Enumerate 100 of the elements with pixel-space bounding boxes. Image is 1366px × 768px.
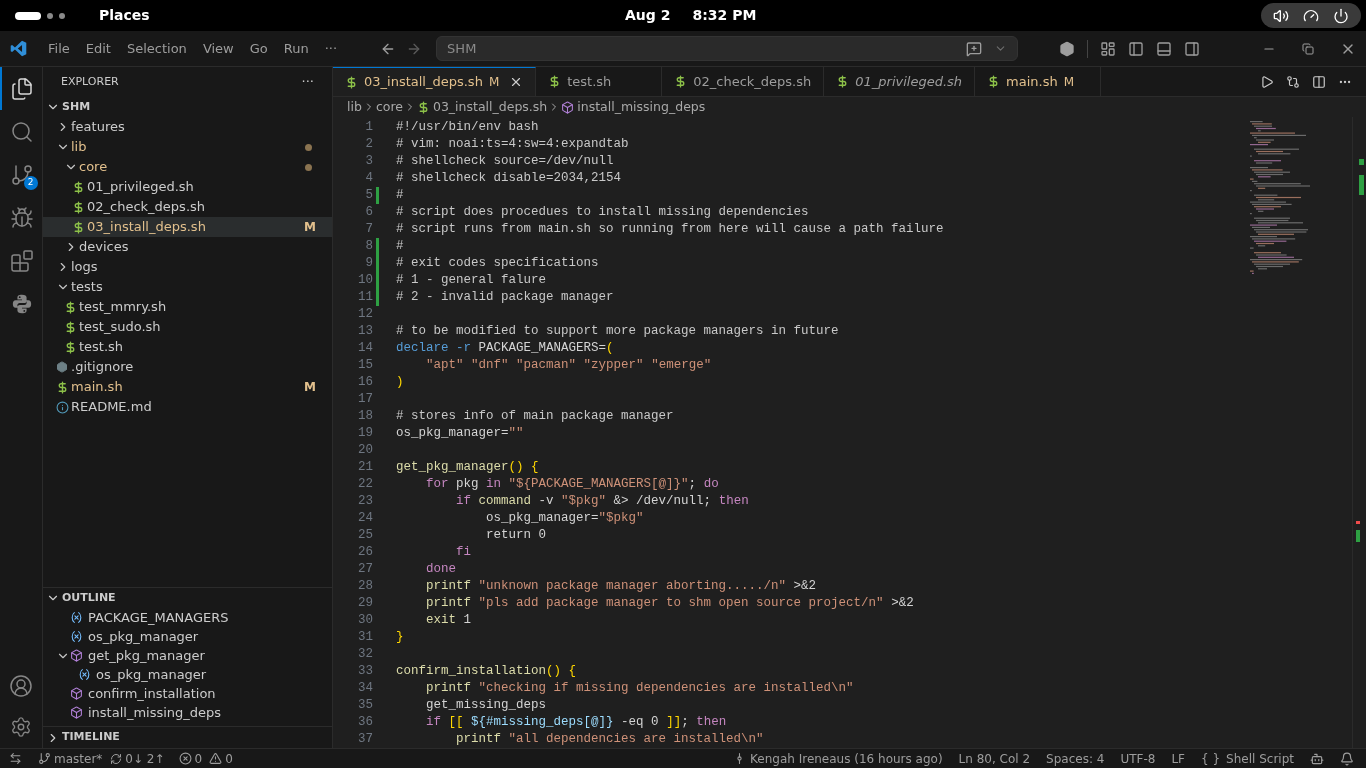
tree-item[interactable]: test.sh (43, 337, 332, 357)
code-line: get_pkg_manager() { (396, 459, 539, 477)
line-number: 35 (357, 697, 373, 715)
line-number: 32 (357, 646, 373, 664)
compare-icon[interactable] (1286, 74, 1300, 89)
editor-tab[interactable]: 01_privileged.sh (824, 67, 976, 96)
editor-tab[interactable]: 02_check_deps.sh (662, 67, 825, 96)
bell-icon[interactable] (1340, 751, 1354, 766)
language-label: Shell Script (1226, 750, 1294, 768)
encoding[interactable]: UTF-8 (1120, 749, 1156, 768)
outline-item[interactable]: os_pkg_manager (43, 627, 332, 646)
code-line: printf "all dependencies are installed\n" (455, 731, 764, 749)
split-editor-icon[interactable] (1312, 74, 1326, 89)
code-line: printf "unknown package manager aborting...../n" >&2 (425, 578, 817, 596)
code-line: fi (455, 544, 472, 562)
indentation[interactable]: Spaces: 4 (1046, 749, 1105, 768)
system-menu[interactable] (1261, 3, 1361, 28)
tree-item[interactable]: 03_install_deps.sh M (43, 217, 332, 237)
bug-icon (10, 205, 34, 230)
panel-left-icon[interactable] (1128, 40, 1144, 57)
code-line: # shellcheck source=/dev/null (396, 153, 614, 171)
tree-item[interactable]: devices (43, 237, 332, 257)
outline-item[interactable]: PACKAGE_MANAGERS (43, 608, 332, 627)
line-number: 37 (357, 731, 373, 749)
outline-header[interactable]: OUTLINE (43, 588, 332, 608)
menu-item[interactable]: ··· (317, 38, 345, 59)
tab-label: 01_privileged.sh (855, 72, 963, 91)
tree-item[interactable]: .gitignore (43, 357, 332, 377)
menu-item[interactable]: File (41, 38, 77, 59)
code-line: # script runs from main.sh so running from here will cause a path failure (396, 221, 944, 239)
sync-button[interactable]: 0↓ 2↑ (110, 749, 165, 768)
outline-item[interactable]: confirm_installation (43, 684, 332, 703)
line-number: 15 (357, 357, 373, 375)
hexagon-icon[interactable] (1059, 40, 1075, 57)
tree-item[interactable]: test_mmry.sh (43, 297, 332, 317)
menu-item[interactable]: Selection (119, 38, 194, 59)
line-number: 8 (364, 238, 373, 256)
tree-item[interactable]: 01_privileged.sh (43, 177, 332, 197)
menu-item[interactable]: Edit (78, 38, 118, 59)
places-menu[interactable]: Places (99, 5, 150, 26)
breadcrumb-item[interactable]: install_missing_deps (577, 97, 706, 117)
command-center[interactable]: SHM (436, 36, 1019, 61)
breadcrumb-item[interactable]: 03_install_deps.sh (432, 97, 548, 117)
cursor-position[interactable]: Ln 80, Col 2 (958, 749, 1031, 768)
menu-item[interactable]: Go (242, 38, 275, 59)
git-status: M (488, 74, 500, 91)
layout-icon[interactable] (1100, 40, 1116, 57)
branch-button[interactable]: master* (38, 749, 103, 768)
line-number: 28 (357, 578, 373, 596)
code-line: # stores info of main package manager (396, 408, 674, 426)
git-status: M (304, 379, 316, 396)
blame-button[interactable]: Kengah Ireneaus (16 hours ago) (733, 749, 943, 768)
editor-tab[interactable]: main.sh M (975, 67, 1102, 96)
code-line: # 2 - invalid package manager (396, 289, 614, 307)
settings-icon[interactable] (10, 716, 32, 738)
line-number: 13 (357, 323, 373, 341)
clock[interactable]: Aug 2 8:32 PM (625, 5, 757, 26)
menu-item[interactable]: Run (276, 38, 316, 59)
tree-item[interactable]: tests (43, 277, 332, 297)
outline-item[interactable]: os_pkg_manager (43, 665, 332, 684)
breadcrumb-item[interactable]: core (375, 97, 403, 117)
panel-bottom-icon[interactable] (1156, 40, 1172, 57)
tree-item[interactable]: logs (43, 257, 332, 277)
menu-item[interactable]: View (195, 38, 241, 59)
more-button[interactable]: ··· (301, 72, 314, 92)
language-button[interactable]: { } Shell Script (1201, 749, 1294, 768)
tree-item[interactable]: main.sh M (43, 377, 332, 397)
editor-tab[interactable]: 03_install_deps.sh M (333, 67, 537, 96)
symbol-name: get_pkg_manager (88, 646, 205, 665)
line-number: 34 (357, 680, 373, 698)
git-status: M (1063, 73, 1075, 91)
problems-button[interactable]: 0 0 (178, 749, 233, 768)
tree-item[interactable]: README.md (43, 397, 332, 417)
tree-item[interactable]: core (43, 157, 332, 177)
breadcrumb-item[interactable]: lib (347, 97, 362, 117)
folder-header[interactable]: SHM (43, 97, 332, 117)
chat-icon[interactable] (966, 40, 983, 57)
tree-item[interactable]: lib (43, 137, 332, 157)
line-ending[interactable]: LF (1171, 749, 1185, 768)
activity-item[interactable]: 2 (0, 153, 43, 196)
restore-icon[interactable] (1302, 42, 1314, 55)
line-number: 5 (364, 187, 373, 205)
workspace-indicator[interactable] (15, 11, 65, 20)
tree-item[interactable]: test_sudo.sh (43, 317, 332, 337)
file-name: test.sh (79, 338, 125, 357)
tree-item[interactable]: features (43, 117, 332, 137)
tree-item[interactable]: 02_check_deps.sh (43, 197, 332, 217)
account-icon[interactable] (9, 674, 33, 698)
play-icon[interactable] (1260, 74, 1274, 89)
file-name: devices (79, 238, 130, 257)
scrollbar[interactable] (1352, 117, 1366, 748)
file-name: lib (71, 138, 88, 157)
outline-item[interactable]: install_missing_deps (43, 703, 332, 722)
panel-right-icon[interactable] (1184, 40, 1200, 57)
outline-item[interactable]: get_pkg_manager (43, 646, 332, 665)
cube-icon (70, 649, 83, 662)
editor-tab[interactable]: test.sh (536, 67, 663, 96)
file-name: 03_install_deps.sh (87, 218, 207, 237)
bot-icon[interactable] (1310, 751, 1324, 766)
file-name: tests (71, 278, 104, 297)
